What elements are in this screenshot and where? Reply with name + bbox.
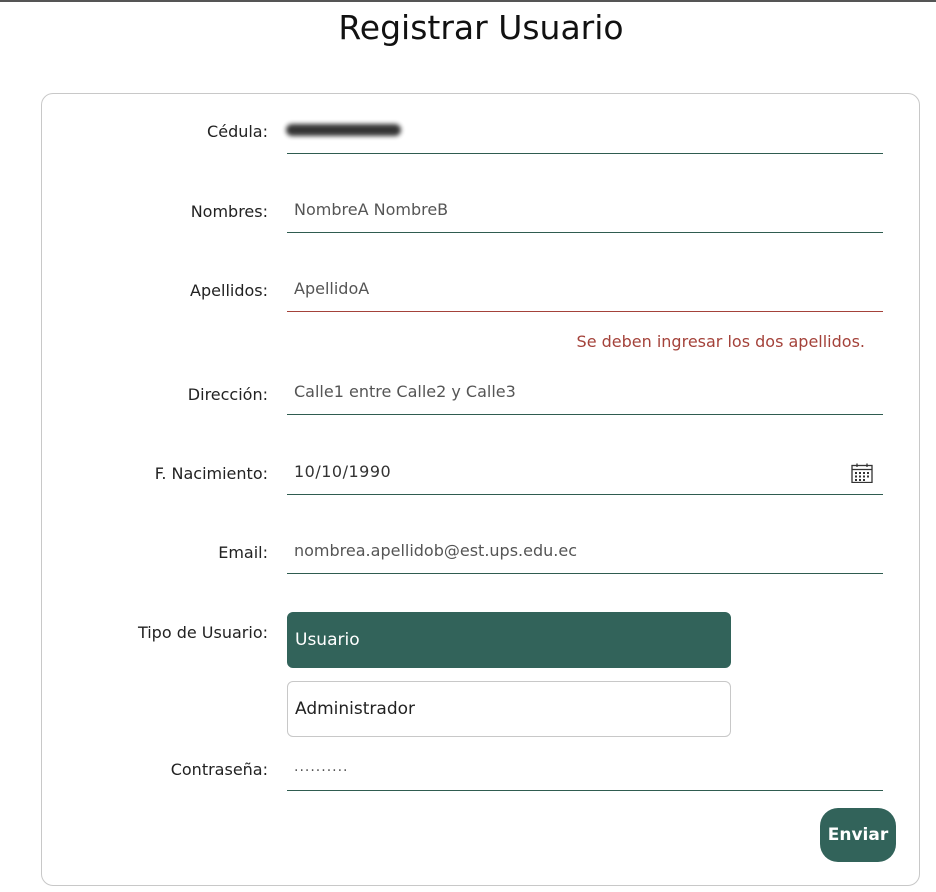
nacimiento-date-field[interactable]: 10/10/1990 bbox=[287, 462, 883, 495]
nombres-label: Nombres: bbox=[190, 202, 268, 221]
nacimiento-label: F. Nacimiento: bbox=[154, 464, 268, 483]
calendar-icon[interactable] bbox=[851, 463, 873, 483]
direccion-value: Calle1 entre Calle2 y Calle3 bbox=[294, 382, 516, 401]
email-label: Email: bbox=[218, 543, 268, 562]
cedula-field[interactable] bbox=[287, 133, 883, 154]
cedula-redacted-value bbox=[286, 124, 401, 136]
direccion-label: Dirección: bbox=[187, 385, 268, 404]
apellidos-error-message: Se deben ingresar los dos apellidos. bbox=[576, 332, 865, 351]
apellidos-value: ApellidoA bbox=[294, 279, 370, 298]
nacimiento-value: 10/10/1990 bbox=[294, 462, 392, 481]
cedula-label: Cédula: bbox=[207, 122, 268, 141]
contrasena-label: Contraseña: bbox=[170, 760, 268, 779]
nombres-value: NombreA NombreB bbox=[294, 200, 449, 219]
nombres-field[interactable]: NombreA NombreB bbox=[287, 200, 883, 233]
contrasena-masked-value: .......... bbox=[294, 759, 349, 775]
tipo-usuario-option-administrador[interactable]: Administrador bbox=[287, 681, 731, 737]
tipo-usuario-label: Tipo de Usuario: bbox=[137, 623, 268, 642]
page-title: Registrar Usuario bbox=[338, 8, 624, 47]
apellidos-field[interactable]: ApellidoA bbox=[287, 279, 883, 312]
tipo-usuario-option-usuario[interactable]: Usuario bbox=[287, 612, 731, 668]
apellidos-label: Apellidos: bbox=[190, 281, 268, 300]
email-value: nombrea.apellidob@est.ups.edu.ec bbox=[294, 541, 577, 560]
direccion-field[interactable]: Calle1 entre Calle2 y Calle3 bbox=[287, 382, 883, 415]
top-border bbox=[0, 0, 936, 2]
contrasena-field[interactable] bbox=[287, 770, 883, 791]
email-field[interactable]: nombrea.apellidob@est.ups.edu.ec bbox=[287, 541, 883, 574]
enviar-button[interactable]: Enviar bbox=[820, 808, 896, 862]
